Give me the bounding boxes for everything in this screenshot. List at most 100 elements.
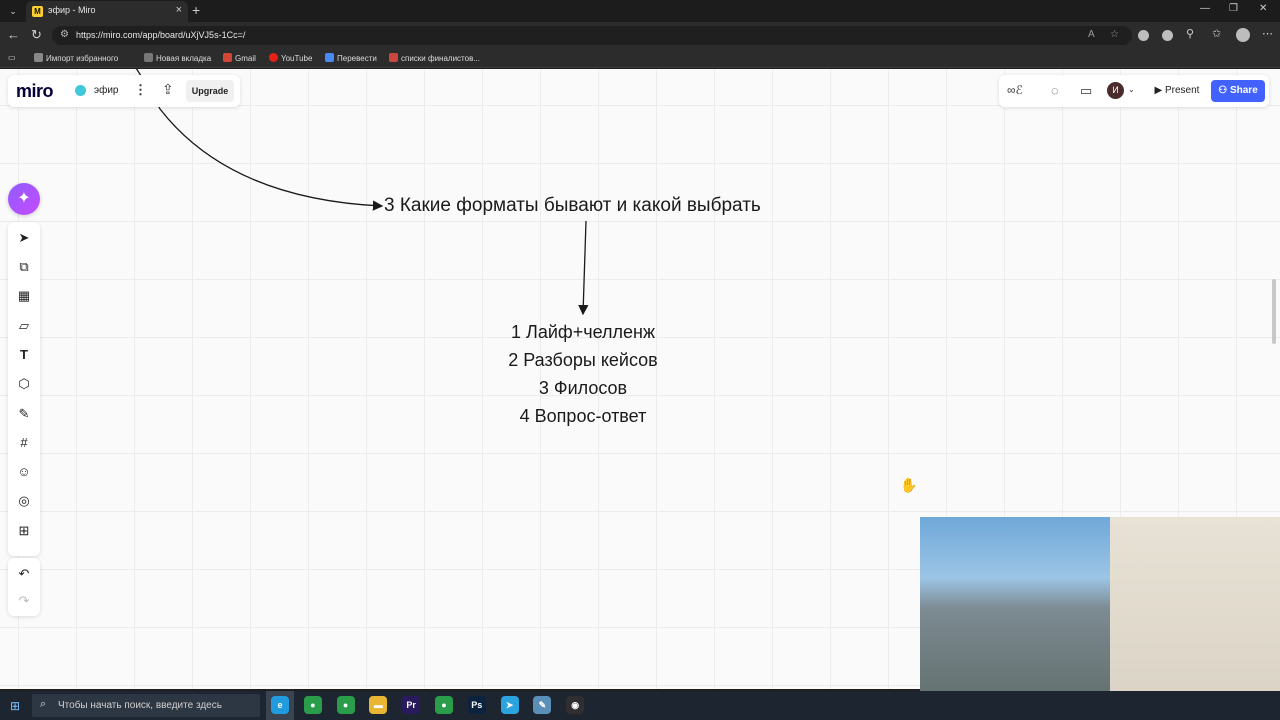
close-window-icon[interactable]: ✕ xyxy=(1259,3,1267,14)
reload-icon[interactable]: ↻ xyxy=(31,27,42,43)
new-tab-icon[interactable]: + xyxy=(192,2,200,18)
tab-title: эфир - Miro xyxy=(48,5,96,15)
gmail-icon xyxy=(223,53,232,62)
page-icon xyxy=(144,53,153,62)
extension-icon[interactable] xyxy=(1138,30,1149,41)
extension-icon[interactable] xyxy=(1162,30,1173,41)
present-button[interactable]: ▶ Present xyxy=(1147,80,1207,102)
restore-icon[interactable]: ❐ xyxy=(1229,3,1238,14)
ai-assistant-button[interactable]: ✦ xyxy=(8,183,40,215)
connector-down-arrow[interactable] xyxy=(578,220,589,316)
bookmark-label: списки финалистов... xyxy=(401,54,480,63)
text-tool-icon[interactable]: T xyxy=(8,344,40,366)
taskbar-chrome-2-icon[interactable]: ● xyxy=(336,696,355,714)
comment-icon[interactable]: ◎ xyxy=(8,490,40,512)
page-icon xyxy=(389,53,398,62)
url-text: https://miro.com/app/board/uXjVJ5s-1Cc=/ xyxy=(76,30,246,40)
webcam-video-thumbnail xyxy=(1110,517,1280,720)
taskbar-photoshop-icon[interactable]: Ps xyxy=(467,696,486,714)
share-people-icon: ⚇ xyxy=(1218,85,1228,96)
list-item: 3 Филосов xyxy=(538,378,628,398)
board-name[interactable]: эфир xyxy=(94,85,118,96)
present-label: Present xyxy=(1165,85,1200,96)
taskbar-edge-icon[interactable]: e xyxy=(271,696,289,714)
more-tools-icon[interactable]: ⊞ xyxy=(8,520,40,542)
stickers-icon[interactable]: ☺ xyxy=(8,461,40,483)
sticky-note-icon[interactable]: ▱ xyxy=(8,315,40,337)
pen-icon[interactable]: ✎ xyxy=(8,403,40,425)
youtube-icon xyxy=(269,53,278,62)
search-icon: ⌕ xyxy=(40,698,47,710)
left-toolbar: ➤ ⧉ ▦ ▱ T ⬡ ✎ # ☺ ◎ ⊞ xyxy=(8,222,40,556)
bookmark-gmail[interactable]: Gmail xyxy=(223,53,256,63)
search-placeholder: Чтобы начать поиск, введите здесь xyxy=(58,700,222,711)
bookmark-finalists[interactable]: списки финалистов... xyxy=(389,53,480,63)
windows-start-icon[interactable]: ⊞ xyxy=(10,699,20,713)
bookmarks-bar: ▭ Импорт избранного Новая вкладка Gmail … xyxy=(0,48,1280,68)
bookmark-new-tab[interactable]: Новая вкладка xyxy=(144,53,211,63)
more-menu-icon[interactable]: ⋯ xyxy=(1262,27,1273,40)
bookmark-youtube[interactable]: YouTube xyxy=(269,53,312,63)
play-icon: ▶ xyxy=(1154,85,1163,96)
undo-icon[interactable]: ↶ xyxy=(8,563,40,585)
taskbar-premiere-icon[interactable]: Pr xyxy=(402,696,421,714)
profile-avatar-icon[interactable] xyxy=(1236,28,1250,42)
reactions-icon[interactable]: ∞ℰ xyxy=(1007,83,1023,97)
avatar[interactable]: И xyxy=(1107,82,1124,99)
favorites-icon[interactable]: ✩ xyxy=(1212,27,1221,40)
formats-list-text[interactable]: 1 Лайф+челленж 2 Разборы кейсов 3 Филосо… xyxy=(480,318,686,430)
windows-taskbar: ⊞ ⌕ Чтобы начать поиск, введите здесь e ●… xyxy=(0,691,1280,720)
vertical-scrollbar[interactable] xyxy=(1272,279,1276,344)
taskbar-file-explorer-icon[interactable]: ▬ xyxy=(369,696,388,714)
minimize-icon[interactable]: — xyxy=(1200,3,1210,14)
comments-icon[interactable]: ◌ xyxy=(1051,83,1059,98)
close-tab-icon[interactable]: × xyxy=(176,4,182,16)
back-icon[interactable]: ← xyxy=(7,27,20,42)
address-bar-row: ← ↻ ⚙ https://miro.com/app/board/uXjVJ5s… xyxy=(0,22,1280,48)
list-item: 4 Вопрос-ответ xyxy=(519,406,647,426)
board-heading-text[interactable]: 3 Какие форматы бывают и какой выбрать xyxy=(384,195,761,217)
redo-icon[interactable]: ↷ xyxy=(8,590,40,612)
taskbar-chrome-icon[interactable]: ● xyxy=(303,696,322,714)
more-options-icon[interactable]: ⋮ xyxy=(134,82,147,98)
miro-logo[interactable]: miro xyxy=(16,81,54,102)
sparkle-icon: ✦ xyxy=(17,190,31,207)
taskbar-search[interactable]: ⌕ Чтобы начать поиск, введите здесь xyxy=(32,694,260,717)
minecraft-video-thumbnail xyxy=(920,517,1110,720)
folder-icon xyxy=(34,53,43,62)
board-icon xyxy=(75,85,86,96)
miro-favicon-icon: M xyxy=(32,6,43,17)
export-icon[interactable]: ⇪ xyxy=(162,81,174,98)
share-button[interactable]: ⚇ Share xyxy=(1211,80,1265,102)
video-call-icon[interactable]: ▭ xyxy=(1080,83,1092,99)
list-item: 2 Разборы кейсов xyxy=(508,350,658,370)
upgrade-button[interactable]: Upgrade xyxy=(186,80,234,102)
select-tool-icon[interactable]: ➤ xyxy=(8,227,40,249)
bookmark-translate[interactable]: Перевести xyxy=(325,53,377,63)
chevron-down-icon[interactable]: ⌄ xyxy=(1128,85,1135,94)
shapes-icon[interactable]: ⬡ xyxy=(8,373,40,395)
list-item: 1 Лайф+челленж xyxy=(511,322,655,342)
taskbar-chrome-3-icon[interactable]: ● xyxy=(435,696,453,714)
taskbar-notepad-icon[interactable]: ✎ xyxy=(533,696,552,714)
templates-icon[interactable]: ⧉ xyxy=(8,256,40,278)
frame-icon[interactable]: # xyxy=(8,432,40,454)
taskbar-telegram-icon[interactable]: ➤ xyxy=(500,696,519,714)
site-info-icon[interactable]: ⚙ xyxy=(60,29,69,40)
url-field[interactable]: ⚙ https://miro.com/app/board/uXjVJ5s-1Cc… xyxy=(52,26,1132,45)
favorite-star-icon[interactable]: ☆ xyxy=(1110,29,1119,40)
table-icon[interactable]: ▦ xyxy=(8,285,40,307)
sidebar-toggle-icon[interactable]: ▭ xyxy=(8,53,16,62)
taskbar-obs-icon[interactable]: ◉ xyxy=(566,696,585,714)
bookmark-label: Импорт избранного xyxy=(46,54,119,63)
board-header-panel: miro эфир ⋮ ⇪ Upgrade xyxy=(8,75,240,107)
share-label: Share xyxy=(1229,85,1258,96)
bookmark-label: YouTube xyxy=(281,54,313,63)
bookmark-import[interactable]: Импорт избранного xyxy=(34,53,118,63)
tab-menu-icon[interactable]: ⌄ xyxy=(6,4,20,18)
read-aloud-icon[interactable]: A xyxy=(1088,29,1095,40)
hand-cursor-icon: ✋ xyxy=(900,477,918,493)
bookmark-label: Новая вкладка xyxy=(156,54,212,63)
extensions-puzzle-icon[interactable]: ⚲ xyxy=(1186,27,1194,40)
browser-tab[interactable]: M эфир - Miro × xyxy=(26,1,188,22)
